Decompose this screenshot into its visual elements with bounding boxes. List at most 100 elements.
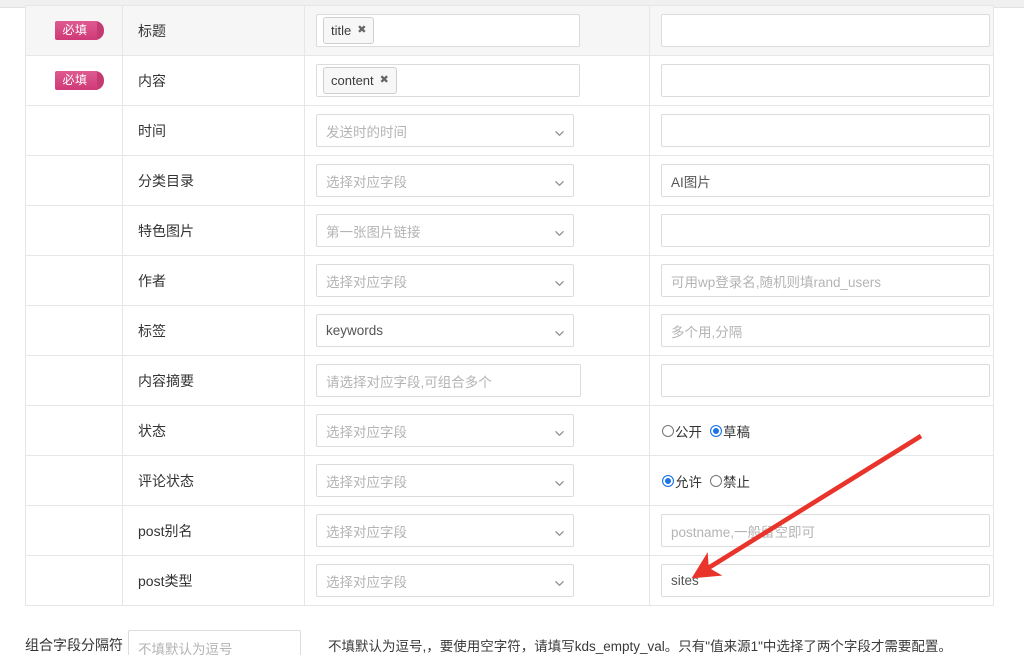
- source-field-select[interactable]: keywords: [316, 314, 574, 347]
- required-cell: [25, 305, 123, 356]
- table-row: post别名 选择对应字段 postname,一般留空即可: [25, 505, 994, 556]
- radio-option[interactable]: 禁止: [710, 471, 756, 491]
- value-cell: 公开 草稿: [649, 405, 994, 456]
- field-chip-label: content: [331, 73, 374, 88]
- radio-dot-icon[interactable]: [710, 474, 722, 487]
- source-cell: 选择对应字段: [304, 505, 650, 556]
- required-cell: [25, 355, 123, 406]
- source-field-select[interactable]: 第一张图片链接: [316, 214, 574, 247]
- field-label: 内容摘要: [138, 372, 194, 389]
- radio-option-label: 草稿: [723, 424, 750, 440]
- source-field-select[interactable]: 选择对应字段: [316, 514, 574, 547]
- field-label-cell: post别名: [122, 505, 305, 556]
- source-field-select-text: 选择对应字段: [326, 424, 407, 440]
- field-label-cell: 时间: [122, 105, 305, 156]
- field-label: 时间: [138, 122, 166, 139]
- value-radio-group[interactable]: 允许 禁止: [661, 471, 993, 491]
- source-field-select-text: 选择对应字段: [326, 474, 407, 490]
- value-input[interactable]: 多个用,分隔: [661, 314, 990, 347]
- chip-close-icon[interactable]: ✖: [380, 75, 389, 86]
- source-cell: 选择对应字段: [304, 455, 650, 506]
- separator-hint-text: 不填默认为逗号,，要使用空字符，请填写kds_empty_val。只有"值来源1…: [328, 639, 952, 654]
- value-input[interactable]: sites: [661, 564, 990, 597]
- field-chip[interactable]: content ✖: [323, 67, 397, 94]
- radio-option[interactable]: 公开: [662, 421, 708, 441]
- field-label: post别名: [138, 522, 193, 539]
- field-label-cell: 内容: [122, 55, 305, 106]
- source-field-select-text: 第一张图片链接: [326, 224, 421, 240]
- separator-config-row: 组合字段分隔符 不填默认为逗号 不填默认为逗号,，要使用空字符，请填写kds_e…: [25, 628, 993, 655]
- chevron-down-icon: [555, 579, 564, 588]
- required-cell: [25, 405, 123, 456]
- source-field-tagbox[interactable]: title ✖: [316, 14, 580, 47]
- required-cell: [25, 255, 123, 306]
- chip-close-icon[interactable]: ✖: [357, 25, 366, 36]
- source-field-input[interactable]: 请选择对应字段,可组合多个: [316, 364, 581, 397]
- radio-dot-icon[interactable]: [662, 424, 674, 437]
- value-input[interactable]: 可用wp登录名,随机则填rand_users: [661, 264, 990, 297]
- field-label-cell: 特色图片: [122, 205, 305, 256]
- value-cell: 允许 禁止: [649, 455, 994, 506]
- field-chip-label: title: [331, 23, 352, 38]
- source-field-select[interactable]: 选择对应字段: [316, 464, 574, 497]
- value-cell: [649, 105, 994, 156]
- value-cell: 可用wp登录名,随机则填rand_users: [649, 255, 994, 306]
- source-cell: title ✖: [304, 5, 650, 56]
- radio-option-label: 允许: [675, 474, 702, 490]
- value-cell: [649, 205, 994, 256]
- value-input-text: postname,一般留空即可: [671, 524, 816, 540]
- table-row: 时间 发送时的时间: [25, 105, 994, 156]
- field-label-cell: 状态: [122, 405, 305, 456]
- field-label: 作者: [138, 272, 166, 289]
- value-cell: AI图片: [649, 155, 994, 206]
- field-label: post类型: [138, 572, 193, 589]
- required-cell: [25, 205, 123, 256]
- value-input[interactable]: [661, 214, 990, 247]
- source-field-select[interactable]: 发送时的时间: [316, 114, 574, 147]
- source-field-select[interactable]: 选择对应字段: [316, 264, 574, 297]
- chevron-down-icon: [555, 229, 564, 238]
- field-label: 评论状态: [138, 472, 194, 489]
- value-radio-group[interactable]: 公开 草稿: [661, 421, 993, 441]
- field-label-cell: 分类目录: [122, 155, 305, 206]
- radio-option[interactable]: 允许: [662, 471, 708, 491]
- table-row: post类型 选择对应字段 sites: [25, 555, 994, 606]
- source-cell: 请选择对应字段,可组合多个: [304, 355, 650, 406]
- field-label-cell: post类型: [122, 555, 305, 606]
- field-chip[interactable]: title ✖: [323, 17, 375, 44]
- field-label: 状态: [138, 422, 166, 439]
- radio-option-label: 公开: [675, 424, 702, 440]
- source-cell: content ✖: [304, 55, 650, 106]
- source-field-select-text: 选择对应字段: [326, 274, 407, 290]
- separator-input[interactable]: 不填默认为逗号: [128, 630, 301, 655]
- value-input[interactable]: AI图片: [661, 164, 990, 197]
- table-row: 分类目录 选择对应字段 AI图片: [25, 155, 994, 206]
- radio-dot-icon[interactable]: [710, 424, 722, 437]
- chevron-down-icon: [555, 329, 564, 338]
- chevron-down-icon: [555, 429, 564, 438]
- value-cell: [649, 5, 994, 56]
- value-input-text: 多个用,分隔: [671, 324, 743, 340]
- required-cell: 必填: [25, 5, 123, 56]
- value-input[interactable]: [661, 14, 990, 47]
- required-cell: [25, 505, 123, 556]
- source-field-select-text: 发送时的时间: [326, 124, 407, 140]
- value-cell: postname,一般留空即可: [649, 505, 994, 556]
- radio-dot-icon[interactable]: [662, 474, 674, 487]
- source-field-select-text: 选择对应字段: [326, 574, 407, 590]
- value-input[interactable]: [661, 114, 990, 147]
- source-field-select[interactable]: 选择对应字段: [316, 564, 574, 597]
- source-field-select[interactable]: 选择对应字段: [316, 164, 574, 197]
- value-input[interactable]: [661, 64, 990, 97]
- field-label: 分类目录: [138, 172, 194, 189]
- radio-option-label: 禁止: [723, 474, 750, 490]
- source-field-select[interactable]: 选择对应字段: [316, 414, 574, 447]
- value-input[interactable]: postname,一般留空即可: [661, 514, 990, 547]
- required-cell: [25, 555, 123, 606]
- field-mapping-rows: 必填 标题 title ✖ 必填 内容 content ✖ 时间 发送时的时间 分类目录 选择对应字段…: [25, 5, 994, 606]
- value-input[interactable]: [661, 364, 990, 397]
- field-label: 特色图片: [138, 222, 194, 239]
- radio-option[interactable]: 草稿: [710, 421, 756, 441]
- field-mapping-table: 必填 标题 title ✖ 必填 内容 content ✖ 时间 发送时的时间 分类目录 选择对应字段…: [25, 5, 994, 606]
- source-field-tagbox[interactable]: content ✖: [316, 64, 580, 97]
